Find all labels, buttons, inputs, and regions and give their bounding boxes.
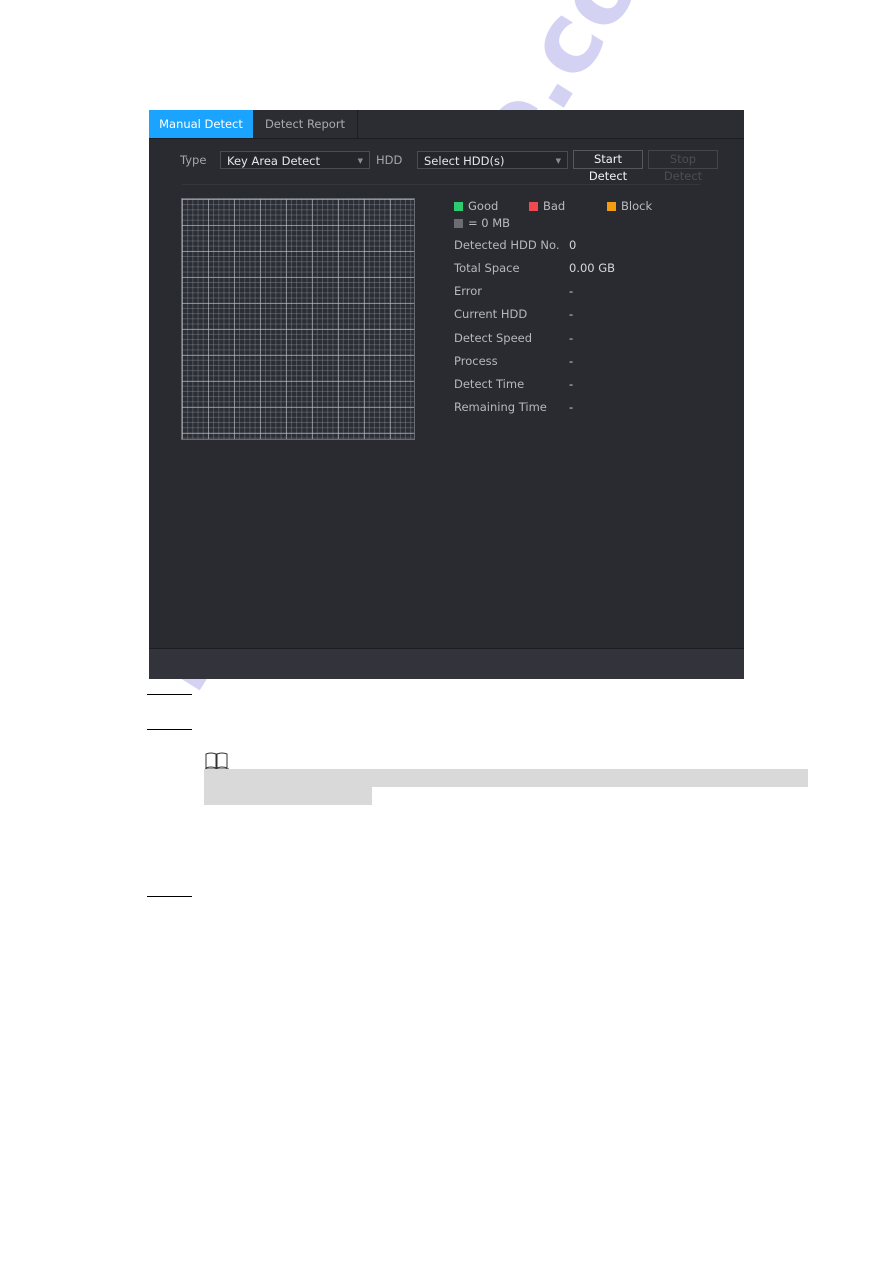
book-note-icon bbox=[205, 752, 229, 770]
info-label-process: Process bbox=[454, 354, 498, 368]
tab-bar: Manual Detect Detect Report bbox=[149, 110, 744, 139]
hdd-select[interactable]: Select HDD(s) ▼ bbox=[417, 151, 568, 169]
legend-unit: = 0 MB bbox=[454, 216, 510, 230]
good-swatch-icon bbox=[454, 202, 463, 211]
info-label-remaining-time: Remaining Time bbox=[454, 400, 547, 414]
info-value-process: - bbox=[569, 354, 574, 368]
stop-detect-button[interactable]: Stop Detect bbox=[648, 150, 718, 183]
type-select-value: Key Area Detect bbox=[227, 154, 320, 168]
type-label: Type bbox=[180, 153, 207, 167]
tab-detect-report[interactable]: Detect Report bbox=[253, 110, 357, 138]
info-value-detect-time: - bbox=[569, 377, 574, 391]
block-swatch-icon bbox=[607, 202, 616, 211]
bad-swatch-icon bbox=[529, 202, 538, 211]
step-underline bbox=[147, 896, 192, 897]
info-label-detect-speed: Detect Speed bbox=[454, 331, 533, 345]
tab-separator bbox=[357, 110, 358, 138]
info-value-current-hdd: - bbox=[569, 307, 574, 321]
info-value-total-space: 0.00 GB bbox=[569, 261, 616, 275]
info-label-error: Error bbox=[454, 284, 483, 298]
hdd-select-value: Select HDD(s) bbox=[424, 154, 505, 168]
info-label-current-hdd: Current HDD bbox=[454, 307, 528, 321]
info-label-detect-time: Detect Time bbox=[454, 377, 525, 391]
chevron-down-icon: ▼ bbox=[357, 157, 363, 165]
type-select[interactable]: Key Area Detect ▼ bbox=[220, 151, 370, 169]
legend-block-label: Block bbox=[621, 199, 653, 213]
disk-block-grid bbox=[181, 198, 415, 440]
legend-good: Good bbox=[454, 199, 498, 213]
footer-bar bbox=[149, 648, 744, 679]
legend-bad-label: Bad bbox=[543, 199, 566, 213]
legend-block: Block bbox=[607, 199, 652, 213]
tab-manual-detect[interactable]: Manual Detect bbox=[149, 110, 253, 138]
legend-unit-label: = 0 MB bbox=[468, 216, 511, 230]
chevron-down-icon: ▼ bbox=[555, 157, 561, 165]
start-detect-button[interactable]: Start Detect bbox=[573, 150, 643, 183]
info-value-detected-hdd: 0 bbox=[569, 238, 577, 252]
legend-good-label: Good bbox=[468, 199, 499, 213]
hdd-detect-panel: Manual Detect Detect Report Type Key Are… bbox=[149, 110, 744, 679]
info-label-total-space: Total Space bbox=[454, 261, 520, 275]
info-label-detected-hdd: Detected HDD No. bbox=[454, 238, 560, 252]
note-highlight bbox=[204, 769, 808, 787]
note-highlight bbox=[204, 787, 372, 805]
step-underline bbox=[147, 694, 192, 695]
hdd-label: HDD bbox=[376, 153, 403, 167]
step-underline bbox=[147, 729, 192, 730]
divider bbox=[182, 184, 700, 185]
info-value-error: - bbox=[569, 284, 574, 298]
unit-swatch-icon bbox=[454, 219, 463, 228]
info-value-detect-speed: - bbox=[569, 331, 574, 345]
info-value-remaining-time: - bbox=[569, 400, 574, 414]
legend-bad: Bad bbox=[529, 199, 565, 213]
